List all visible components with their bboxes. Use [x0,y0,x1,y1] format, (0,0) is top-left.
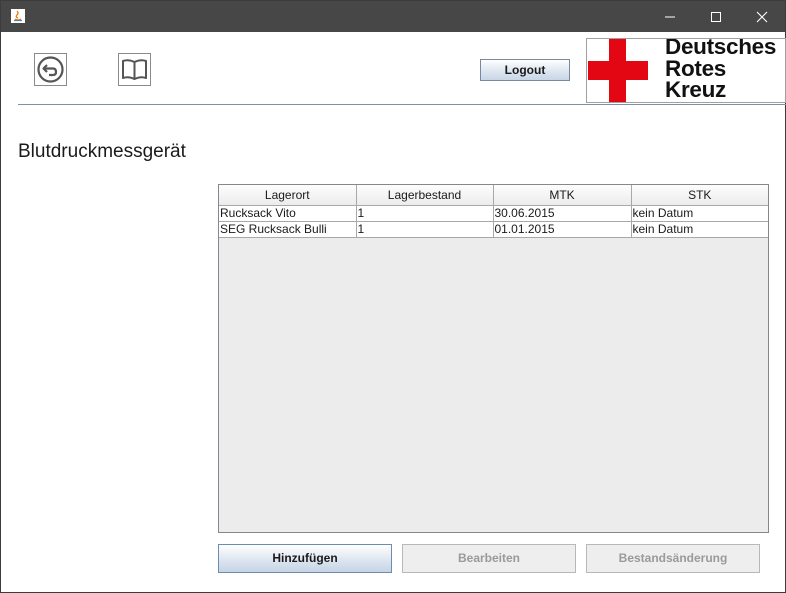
cell-lagerbestand[interactable]: 1 [356,205,494,222]
add-button[interactable]: Hinzufügen [218,544,392,573]
minimize-icon [665,16,675,18]
cell-stk[interactable]: kein Datum [631,205,768,222]
close-button[interactable] [739,1,785,32]
cell-mtk[interactable]: 01.01.2015 [493,221,632,238]
red-cross-icon [588,39,648,102]
cell-lagerbestand[interactable]: 1 [356,221,494,238]
table-row[interactable]: SEG Rucksack Bulli 1 01.01.2015 kein Dat… [219,221,768,238]
back-arrow-icon [37,56,64,83]
inventory-table[interactable]: Lagerort Lagerbestand MTK STK Rucksack V… [218,184,769,533]
maximize-icon [711,12,721,22]
logo-text: Deutsches Rotes Kreuz [665,38,777,102]
manual-button[interactable] [118,53,151,86]
column-header-lagerbestand[interactable]: Lagerbestand [356,185,494,206]
column-header-mtk[interactable]: MTK [493,185,632,206]
column-header-stk[interactable]: STK [631,185,768,206]
logo-line-1: Deutsches [665,38,777,59]
app-window: Logout Deutsches Rotes Kreuz Blutdruckme… [0,0,786,593]
drk-logo: Deutsches Rotes Kreuz [586,38,786,103]
table-header-row: Lagerort Lagerbestand MTK STK [219,185,768,206]
cell-stk[interactable]: kein Datum [631,221,768,238]
stock-change-button[interactable]: Bestandsänderung [586,544,760,573]
cell-lagerort[interactable]: SEG Rucksack Bulli [219,221,357,238]
column-header-lagerort[interactable]: Lagerort [219,185,357,206]
table-row[interactable]: Rucksack Vito 1 30.06.2015 kein Datum [219,205,768,222]
logo-line-2: Rotes [665,55,727,81]
back-button[interactable] [34,53,67,86]
edit-button[interactable]: Bearbeiten [402,544,576,573]
maximize-button[interactable] [693,1,739,32]
cell-lagerort[interactable]: Rucksack Vito [219,205,357,222]
header-divider [18,104,786,105]
cell-mtk[interactable]: 30.06.2015 [493,205,632,222]
title-bar[interactable] [1,1,785,32]
java-app-icon [10,8,26,24]
close-icon [756,11,768,23]
minimize-button[interactable] [647,1,693,32]
page-title: Blutdruckmessgerät [18,141,186,162]
logout-button[interactable]: Logout [480,59,570,81]
logo-line-3: Kreuz [665,77,727,102]
book-icon [122,59,147,80]
